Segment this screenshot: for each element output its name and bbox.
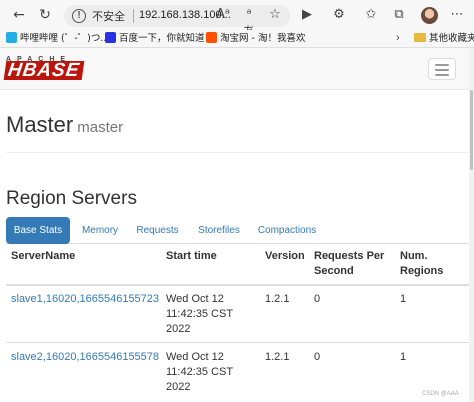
header-requests-line2: Second bbox=[314, 265, 354, 277]
navbar-toggle-button[interactable] bbox=[428, 58, 456, 80]
table-cell-requests: 0 bbox=[314, 293, 321, 305]
tab-storefiles[interactable]: Storefiles bbox=[192, 217, 246, 244]
region-servers-tabs: Base Stats Memory Requests Storefiles Co… bbox=[6, 217, 469, 244]
favorite-star-icon[interactable]: ☆ bbox=[266, 6, 284, 24]
table-cell-version: 1.2.1 bbox=[265, 351, 290, 363]
profile-avatar[interactable] bbox=[421, 7, 438, 24]
header-servername: ServerName bbox=[11, 250, 76, 262]
title-divider bbox=[6, 152, 469, 153]
bookmark-label: 哔哩哔哩 (゜-゜)つ... bbox=[20, 33, 110, 44]
insecure-label: 不安全 bbox=[92, 10, 125, 23]
tab-base-stats[interactable]: Base Stats bbox=[6, 217, 70, 244]
bookmarks-bar: 哔哩哔哩 (゜-゜)つ... 百度一下，你就知道 淘宝网 - 淘！我喜欢 › 其… bbox=[0, 30, 474, 48]
table-cell-version: 1.2.1 bbox=[265, 293, 290, 305]
refresh-icon[interactable]: ↻ bbox=[36, 6, 54, 24]
back-icon[interactable]: ← bbox=[10, 6, 28, 24]
table-cell-start-time: Wed Oct 12 11:42:35 CST 2022 bbox=[166, 350, 233, 395]
read-aloud-icon[interactable]: Aᵃ bbox=[214, 6, 232, 24]
folder-icon bbox=[414, 33, 426, 42]
chevron-right-icon[interactable]: › bbox=[396, 32, 400, 44]
hamburger-icon bbox=[435, 74, 449, 76]
header-version: Version bbox=[265, 250, 305, 262]
scrollbar-thumb[interactable] bbox=[470, 90, 473, 170]
hamburger-icon bbox=[435, 69, 449, 71]
start-time-line: 2022 bbox=[166, 323, 191, 335]
warning-icon: ! bbox=[72, 9, 86, 23]
more-icon[interactable]: ⋯ bbox=[448, 6, 466, 24]
server-link-slave1[interactable]: slave1,16020,1665546155723 bbox=[11, 292, 159, 307]
table-cell-start-time: Wed Oct 12 11:42:35 CST 2022 bbox=[166, 292, 233, 337]
server-link-slave2[interactable]: slave2,16020,1665546155578 bbox=[11, 350, 159, 365]
other-bookmarks-label: 其他收藏夹 bbox=[429, 33, 474, 44]
start-time-line: Wed Oct 12 bbox=[166, 351, 224, 363]
header-start-time: Start time bbox=[166, 250, 217, 262]
other-bookmarks[interactable]: 其他收藏夹 bbox=[414, 32, 474, 46]
master-subtitle: master bbox=[77, 119, 124, 136]
start-time-line: 11:42:35 CST bbox=[166, 308, 234, 320]
hamburger-icon bbox=[435, 64, 449, 66]
top-navbar: APACHE HBASE bbox=[0, 48, 469, 90]
table-header-divider bbox=[6, 284, 469, 286]
bookmark-label: 百度一下，你就知道 bbox=[119, 33, 205, 44]
baidu-icon bbox=[105, 32, 116, 43]
page-title: Master master bbox=[6, 112, 123, 138]
translate-icon[interactable]: ᵃあ bbox=[240, 6, 258, 40]
master-title: Master bbox=[6, 112, 74, 137]
start-time-line: 2022 bbox=[166, 381, 191, 393]
extensions-icon[interactable]: ⚙ bbox=[330, 6, 348, 24]
header-num-regions: Num. Regions bbox=[400, 249, 443, 279]
bookmark-taobao[interactable]: 淘宝网 - 淘！我喜欢 bbox=[206, 32, 305, 46]
header-regions-line2: Regions bbox=[400, 265, 444, 277]
region-servers-title: Region Servers bbox=[6, 188, 137, 209]
url-divider bbox=[133, 9, 134, 23]
tab-requests[interactable]: Requests bbox=[130, 217, 185, 244]
header-requests-line1: Requests Per bbox=[314, 250, 385, 262]
header-regions-line1: Num. bbox=[400, 250, 428, 262]
table-cell-requests: 0 bbox=[314, 351, 321, 363]
page-scrollbar[interactable] bbox=[469, 48, 474, 402]
start-time-line: Wed Oct 12 bbox=[166, 293, 224, 305]
favorites-icon[interactable]: ✩ bbox=[362, 6, 380, 24]
table-cell-regions: 1 bbox=[400, 351, 407, 363]
taobao-icon bbox=[206, 32, 217, 43]
start-time-line: 11:42:35 CST bbox=[166, 366, 234, 378]
hbase-logo[interactable]: HBASE bbox=[3, 60, 84, 81]
bookmark-label: 淘宝网 - 淘！我喜欢 bbox=[220, 33, 306, 44]
hbase-master-page: APACHE HBASE Master master Region Servers… bbox=[0, 48, 469, 402]
watermark: CSDN @AAA bbox=[422, 391, 459, 397]
bookmark-bilibili[interactable]: 哔哩哔哩 (゜-゜)つ... bbox=[6, 32, 109, 46]
bilibili-icon bbox=[6, 32, 17, 43]
table-cell-regions: 1 bbox=[400, 293, 407, 305]
table-row-divider bbox=[6, 342, 469, 343]
tab-compactions[interactable]: Compactions bbox=[252, 217, 322, 244]
browser-toolbar: ← ↻ ! 不安全 192.168.138.100... Aᵃ ᵃあ ☆ ▶ ⚙… bbox=[0, 0, 474, 40]
collections-icon[interactable]: ⧉ bbox=[390, 6, 408, 24]
header-requests: Requests Per Second bbox=[314, 249, 384, 279]
play-icon[interactable]: ▶ bbox=[298, 6, 316, 24]
tab-memory[interactable]: Memory bbox=[76, 217, 124, 244]
bookmark-baidu[interactable]: 百度一下，你就知道 bbox=[105, 32, 205, 46]
